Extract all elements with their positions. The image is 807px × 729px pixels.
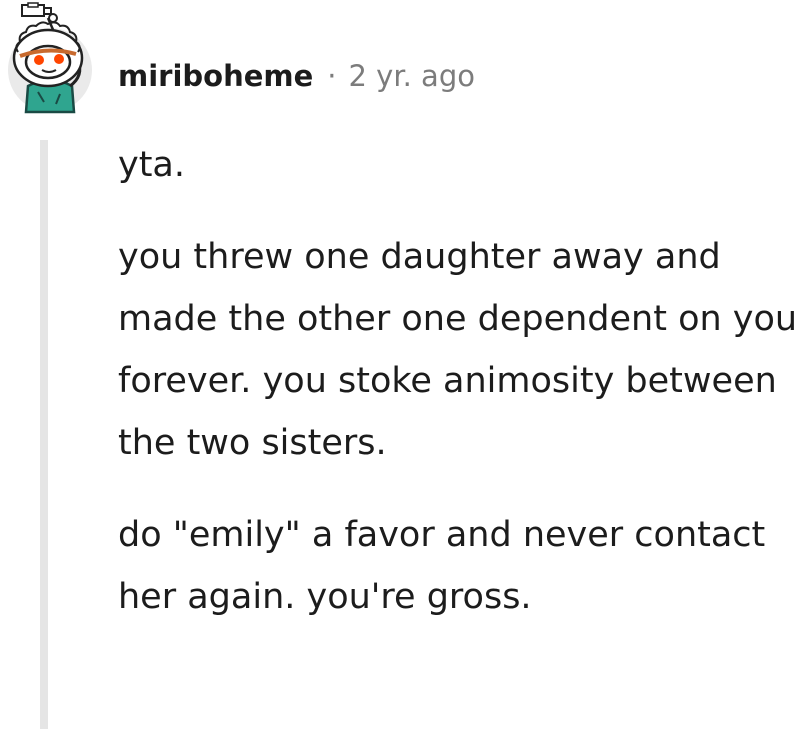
comment-meta: miriboheme · 2 yr. ago	[118, 54, 475, 98]
meta-separator: ·	[327, 59, 337, 93]
timestamp-link[interactable]: 2 yr. ago	[349, 59, 475, 93]
thread-collapse-line[interactable]	[40, 140, 48, 729]
comment: miriboheme · 2 yr. ago yta. you threw on…	[0, 0, 807, 729]
snoo-avatar-icon	[8, 2, 92, 114]
comment-paragraph: yta.	[118, 145, 186, 185]
comment-paragraph: you threw one daughter away and made the…	[118, 237, 798, 463]
comment-paragraph: do "emily" a favor and never contact her…	[118, 515, 766, 617]
avatar[interactable]	[4, 2, 96, 114]
comment-body: yta. you threw one daughter away and mad…	[118, 134, 798, 628]
username-link[interactable]: miriboheme	[118, 59, 313, 93]
